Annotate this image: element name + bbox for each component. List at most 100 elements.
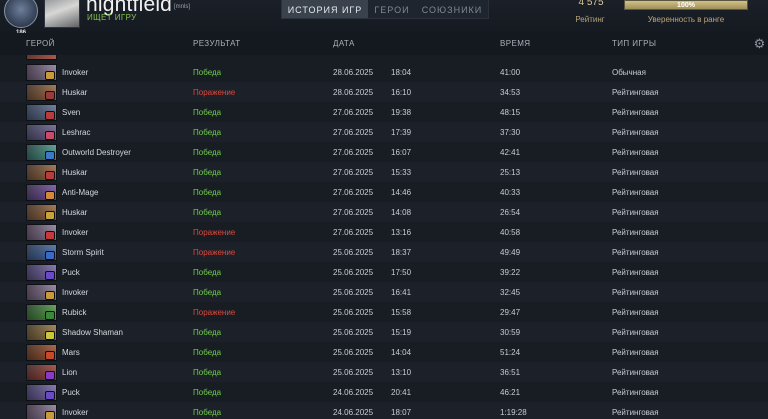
match-result: Победа — [193, 408, 222, 417]
match-duration: 49:49 — [500, 248, 521, 257]
table-row[interactable]: Puck Победа 24.06.2025 20:41 46:21 Рейтингова… — [0, 382, 768, 402]
match-date: 25.06.2025 — [333, 308, 374, 317]
hero-name: Invoker — [62, 228, 89, 237]
table-row[interactable]: Sven Победа 27.06.2025 19:38 48:15 Рейтингова… — [0, 102, 768, 122]
match-result: Победа — [193, 288, 222, 297]
table-row[interactable]: Invoker Поражение 27.06.2025 13:16 40:58 Рейт… — [0, 222, 768, 242]
match-result: Победа — [193, 108, 222, 117]
game-type: Рейтинговая — [612, 268, 659, 277]
match-result: Победа — [193, 208, 222, 217]
hero-name: Anti-Mage — [62, 188, 99, 197]
game-type: Рейтинговая — [612, 288, 659, 297]
match-result: Победа — [193, 368, 222, 377]
match-date: 25.06.2025 — [333, 248, 374, 257]
match-date: 27.06.2025 — [333, 168, 374, 177]
column-header-result[interactable]: РЕЗУЛЬТАТ — [193, 39, 241, 48]
table-row[interactable]: Rubick Поражение 25.06.2025 15:58 29:47 Рейти… — [0, 302, 768, 322]
tab-heroes[interactable]: ГЕРОИ — [368, 0, 416, 18]
facet-icon — [45, 371, 55, 380]
column-header-duration[interactable]: ВРЕМЯ — [500, 39, 530, 48]
facet-icon — [45, 291, 55, 300]
match-result: Победа — [193, 68, 222, 77]
match-start-time: 16:10 — [391, 88, 412, 97]
table-row[interactable]: Invoker Победа 25.06.2025 16:41 32:45 Рейтинг… — [0, 282, 768, 302]
match-date: 25.06.2025 — [333, 348, 374, 357]
tab-allies[interactable]: СОЮЗНИКИ — [416, 0, 488, 18]
match-date: 27.06.2025 — [333, 208, 374, 217]
game-type: Рейтинговая — [612, 408, 659, 417]
table-row[interactable]: Storm Spirit Поражение 25.06.2025 18:37 49:4… — [0, 242, 768, 262]
table-row[interactable]: Mars Победа 25.06.2025 14:04 51:24 Рейтингова… — [0, 342, 768, 362]
match-start-time: 14:46 — [391, 188, 412, 197]
column-header-game-type[interactable]: ТИП ИГРЫ — [612, 39, 656, 48]
hero-name: Invoker — [62, 68, 89, 77]
facet-icon — [45, 131, 55, 140]
match-start-time: 13:10 — [391, 368, 412, 377]
match-start-time: 19:38 — [391, 108, 412, 117]
table-row[interactable]: Huskar Поражение 28.06.2025 16:10 34:53 Рейти… — [0, 82, 768, 102]
rank-confidence-value: 100% — [677, 2, 695, 9]
match-start-time: 16:41 — [391, 288, 412, 297]
match-result: Победа — [193, 128, 222, 137]
rank-medal-icon[interactable]: 186 — [4, 0, 38, 36]
match-start-time: 13:16 — [391, 228, 412, 237]
game-type: Рейтинговая — [612, 308, 659, 317]
game-type: Рейтинговая — [612, 128, 659, 137]
tab-match-history[interactable]: ИСТОРИЯ ИГР — [282, 0, 368, 18]
game-type: Рейтинговая — [612, 248, 659, 257]
match-date: 24.06.2025 — [333, 388, 374, 397]
match-date: 25.06.2025 — [333, 288, 374, 297]
column-header-date[interactable]: ДАТА — [333, 39, 355, 48]
hero-name: Shadow Shaman — [62, 328, 123, 337]
hero-name: Storm Spirit — [62, 248, 104, 257]
table-row[interactable]: Invoker Победа 28.06.2025 18:04 41:00 Обычная — [0, 62, 768, 82]
rank-confidence-label: Уверенность в ранге — [647, 15, 725, 24]
match-date: 25.06.2025 — [333, 328, 374, 337]
game-type: Рейтинговая — [612, 228, 659, 237]
hero-name: Huskar — [62, 208, 88, 217]
match-duration: 29:47 — [500, 308, 521, 317]
gear-icon[interactable]: ⚙ — [753, 37, 766, 50]
match-result: Поражение — [193, 308, 236, 317]
game-type: Рейтинговая — [612, 208, 659, 217]
profile-tabs: ИСТОРИЯ ИГР ГЕРОИ СОЮЗНИКИ — [281, 0, 489, 19]
table-row[interactable] — [0, 55, 768, 62]
avatar[interactable] — [44, 0, 80, 28]
match-result: Победа — [193, 268, 222, 277]
match-duration: 48:15 — [500, 108, 521, 117]
hero-name: Puck — [62, 388, 80, 397]
match-date: 27.06.2025 — [333, 188, 374, 197]
facet-icon — [45, 411, 55, 419]
facet-icon — [45, 311, 55, 320]
table-row[interactable]: Anti-Mage Победа 27.06.2025 14:46 40:33 Рейти… — [0, 182, 768, 202]
match-date: 24.06.2025 — [333, 408, 374, 417]
match-result: Поражение — [193, 88, 236, 97]
match-list[interactable]: Invoker Победа 28.06.2025 18:04 41:00 Обычная… — [0, 55, 768, 419]
match-date: 28.06.2025 — [333, 68, 374, 77]
match-rows: Invoker Победа 28.06.2025 18:04 41:00 Обычная… — [0, 62, 768, 419]
game-type: Рейтинговая — [612, 108, 659, 117]
table-row[interactable]: Huskar Победа 27.06.2025 14:08 26:54 Рейтинго… — [0, 202, 768, 222]
table-row[interactable]: Leshrac Победа 27.06.2025 17:39 37:30 Рейтинг… — [0, 122, 768, 142]
match-start-time: 17:39 — [391, 128, 412, 137]
table-row[interactable]: Shadow Shaman Победа 25.06.2025 15:19 30:59 Р… — [0, 322, 768, 342]
match-start-time: 16:07 — [391, 148, 412, 157]
match-start-time: 18:04 — [391, 68, 412, 77]
column-header-hero[interactable]: ГЕРОЙ — [26, 39, 55, 48]
hero-name: Invoker — [62, 408, 89, 417]
profile-header: 186 nightfield [mnls] ИЩЕТ ИГРУ ИСТОРИЯ … — [0, 0, 768, 36]
facet-icon — [45, 231, 55, 240]
table-row[interactable]: Outworld Destroyer Победа 27.06.2025 16:07 4… — [0, 142, 768, 162]
player-status: ИЩЕТ ИГРУ — [87, 13, 137, 22]
table-row[interactable]: Huskar Победа 27.06.2025 15:33 25:13 Рейтинго… — [0, 162, 768, 182]
game-type: Рейтинговая — [612, 368, 659, 377]
hero-name: Mars — [62, 348, 80, 357]
hero-name: Invoker — [62, 288, 89, 297]
match-start-time: 18:07 — [391, 408, 412, 417]
table-row[interactable]: Lion Победа 25.06.2025 13:10 36:51 Рейтингова… — [0, 362, 768, 382]
table-row[interactable]: Puck Победа 25.06.2025 17:50 39:22 Рейтингова… — [0, 262, 768, 282]
game-type: Рейтинговая — [612, 348, 659, 357]
hero-name: Sven — [62, 108, 81, 117]
hero-name: Puck — [62, 268, 80, 277]
table-row[interactable]: Invoker Победа 24.06.2025 18:07 1:19:28 Рейти… — [0, 402, 768, 419]
